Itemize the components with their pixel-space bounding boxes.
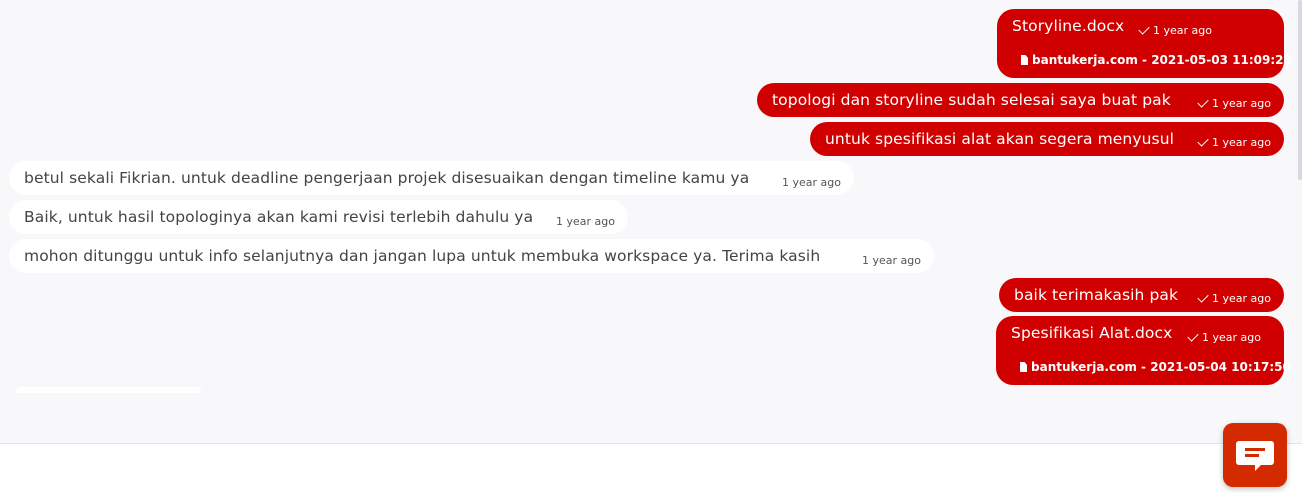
message-file-outgoing[interactable]: Storyline.docx 1 year ago bantukerja.com…: [997, 9, 1292, 78]
partial-message-bubble: [16, 387, 201, 393]
file-attachment-link[interactable]: bantukerja.com - 2021-05-04 10:17:50: [1020, 360, 1291, 374]
file-attachment-link[interactable]: bantukerja.com - 2021-05-03 11:09:23: [1021, 53, 1292, 67]
message-text-incoming: Baik, untuk hasil topologinya akan kami …: [9, 200, 628, 234]
message-text: Baik, untuk hasil topologinya akan kami …: [24, 208, 534, 226]
message-text-outgoing: topologi dan storyline sudah selesai say…: [757, 83, 1284, 117]
message-time: 1 year ago: [1197, 291, 1271, 305]
message-composer-area[interactable]: [0, 443, 1302, 493]
message-text-incoming: mohon ditunggu untuk info selanjutnya da…: [9, 239, 934, 273]
scrollbar[interactable]: [1298, 0, 1302, 180]
message-text: baik terimakasih pak: [1014, 286, 1179, 304]
message-text-outgoing: untuk spesifikasi alat akan segera menyu…: [810, 122, 1284, 156]
check-icon: [1197, 291, 1209, 303]
message-time: 1 year ago: [1197, 135, 1271, 149]
message-time: 1 year ago: [862, 254, 921, 267]
message-text-outgoing: baik terimakasih pak 1 year ago: [999, 278, 1284, 312]
message-time: 1 year ago: [782, 176, 841, 189]
chat-bubbles-icon: [1236, 441, 1274, 471]
message-file-outgoing[interactable]: Spesifikasi Alat.docx 1 year ago bantuke…: [996, 316, 1291, 385]
file-icon: [1021, 55, 1028, 65]
message-text: mohon ditunggu untuk info selanjutnya da…: [24, 247, 821, 265]
message-text-incoming: betul sekali Fikrian. untuk deadline pen…: [9, 161, 854, 195]
message-time: 1 year ago: [1197, 96, 1271, 110]
message-time: 1 year ago: [556, 215, 615, 228]
chat-launcher-button[interactable]: [1223, 423, 1287, 487]
check-icon: [1197, 96, 1209, 108]
file-name: Storyline.docx: [1012, 17, 1125, 35]
check-icon: [1187, 330, 1199, 342]
file-name: Spesifikasi Alat.docx: [1011, 324, 1173, 342]
check-icon: [1138, 23, 1150, 35]
file-icon: [1020, 362, 1027, 372]
message-time: 1 year ago: [1138, 23, 1212, 37]
check-icon: [1197, 135, 1209, 147]
chat-message-list[interactable]: Storyline.docx 1 year ago bantukerja.com…: [0, 0, 1302, 443]
message-time: 1 year ago: [1187, 330, 1261, 344]
message-text: untuk spesifikasi alat akan segera menyu…: [825, 130, 1175, 148]
message-text: betul sekali Fikrian. untuk deadline pen…: [24, 169, 750, 187]
message-text: topologi dan storyline sudah selesai say…: [772, 91, 1171, 109]
